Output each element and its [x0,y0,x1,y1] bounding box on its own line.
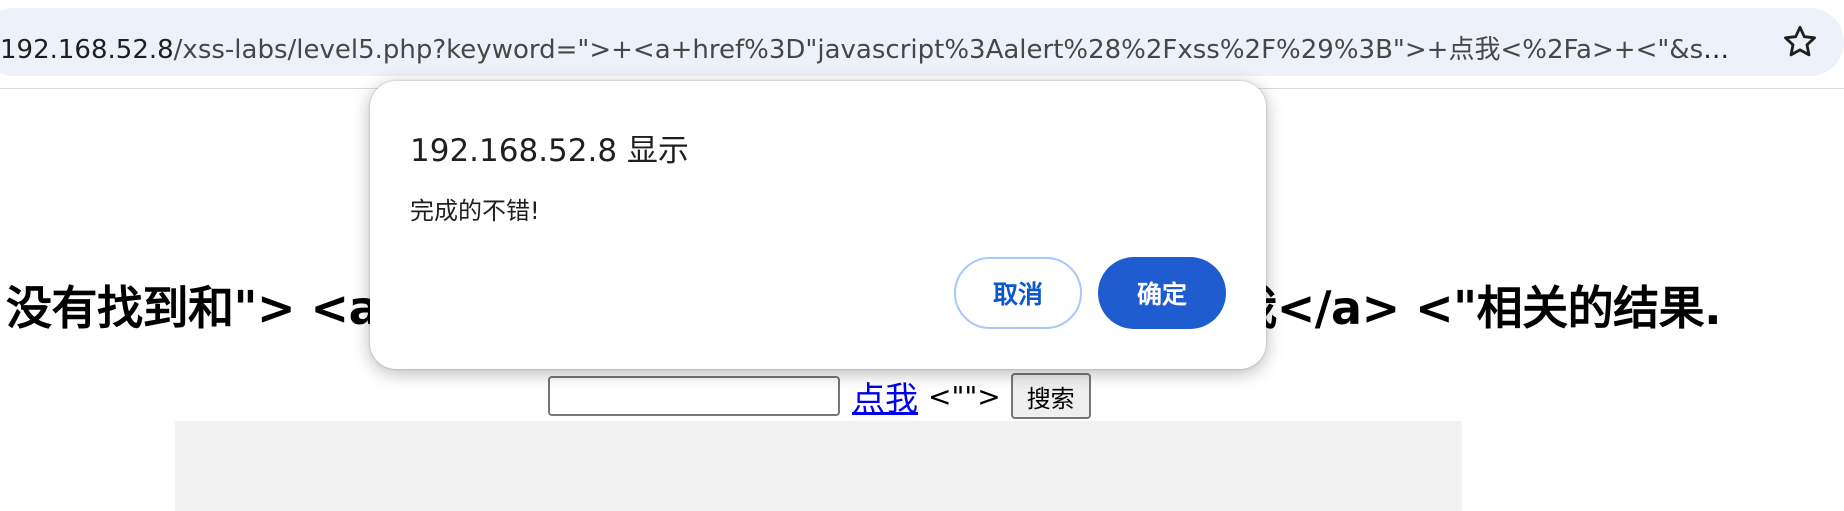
search-input[interactable] [548,376,840,416]
dialog-title: 192.168.52.8 显示 [410,133,689,169]
search-button[interactable]: 搜索 [1010,373,1091,419]
dialog-ok-button[interactable]: 确定 [1098,257,1226,329]
dialog-message: 完成的不错! [410,197,540,225]
star-icon[interactable] [1780,22,1820,62]
click-me-link[interactable]: 点我 [852,372,918,420]
injected-tail-text: <""> [928,379,1001,413]
search-form: 点我 <""> 搜索 [548,373,1091,419]
url-path: /xss-labs/level5.php?keyword=">+<a+href%… [173,35,1742,65]
address-bar[interactable]: 192.168.52.8/xss-labs/level5.php?keyword… [0,8,1844,76]
alert-dialog: 192.168.52.8 显示 完成的不错! 取消 确定 [370,81,1266,369]
url-text[interactable]: 192.168.52.8/xss-labs/level5.php?keyword… [0,32,1742,68]
browser-toolbar: 192.168.52.8/xss-labs/level5.php?keyword… [0,0,1844,89]
gray-content-box [175,421,1462,511]
url-host: 192.168.52.8 [0,35,174,65]
dialog-cancel-button[interactable]: 取消 [954,257,1082,329]
